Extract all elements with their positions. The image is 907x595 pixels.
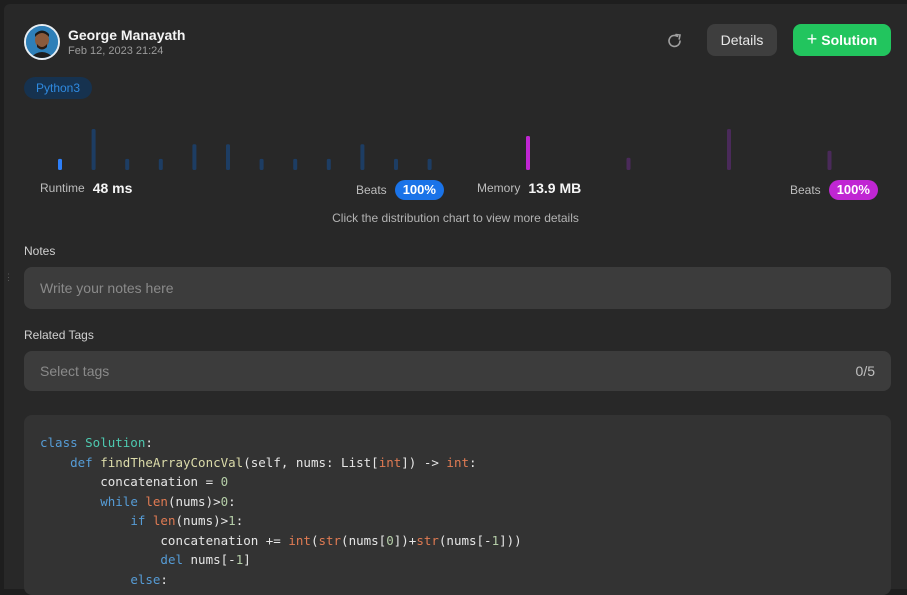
notes-input[interactable] [24,267,891,309]
runtime-bar[interactable] [226,144,230,170]
memory-label: Memory [477,181,521,195]
memory-beats: Beats 100% [790,180,878,200]
tags-select[interactable]: Select tags 0/5 [24,351,891,391]
runtime-bar[interactable] [158,158,163,170]
code-line: del nums[-1] [160,552,251,567]
memory-bar[interactable] [827,150,832,170]
tags-count: 0/5 [855,363,875,379]
runtime-stat: Runtime 48 ms [40,180,132,196]
related-tags-label: Related Tags [24,328,94,342]
code-line: class Solution: [40,435,153,450]
memory-bar[interactable] [727,129,731,170]
memory-beats-label: Beats [790,183,821,197]
memory-value: 13.9 MB [528,180,582,196]
submission-date: Feb 12, 2023 21:24 [68,45,164,57]
runtime-bar[interactable] [326,158,331,170]
code-line: else: [130,571,168,587]
runtime-label: Runtime [40,181,85,195]
runtime-bar[interactable] [91,129,96,170]
code-text: class Solution: def findTheArrayConcVal(… [40,433,875,589]
code-line: concatenation += int(str(nums[0])+str(nu… [40,532,522,548]
details-button[interactable]: Details [707,24,777,56]
resize-handle[interactable]: ⋮ [4,270,13,284]
distribution-chart[interactable] [40,122,880,170]
memory-bar[interactable] [526,136,530,170]
runtime-bar[interactable] [58,158,62,170]
code-line: def findTheArrayConcVal(self, nums: List… [70,454,477,470]
avatar-image [26,26,58,58]
memory-beats-badge: 100% [828,180,878,200]
reload-icon[interactable] [666,32,684,50]
runtime-bar[interactable] [427,158,432,170]
runtime-bar[interactable] [259,158,264,170]
submission-panel: ⋮ George Manayath Feb 12, 2023 21:24 Det… [4,4,907,595]
tags-placeholder: Select tags [40,363,110,379]
runtime-bar[interactable] [394,158,398,170]
code-block[interactable]: class Solution: def findTheArrayConcVal(… [24,415,891,595]
chart-hint: Click the distribution chart to view mor… [332,211,579,225]
runtime-bar[interactable] [360,144,365,170]
avatar[interactable] [24,24,60,60]
user-name[interactable]: George Manayath [68,27,185,43]
runtime-value: 48 ms [92,180,133,196]
plus-icon: + [806,29,818,49]
solution-button-label: Solution [821,32,878,48]
code-line: if len(nums)>1: [130,513,244,528]
runtime-beats-badge: 100% [394,180,444,200]
memory-bar[interactable] [626,157,631,170]
add-solution-button[interactable]: + Solution [793,24,891,56]
language-tag: Python3 [24,77,93,99]
runtime-bar[interactable] [192,144,197,170]
runtime-beats: Beats 100% [356,180,444,200]
submission-header: George Manayath Feb 12, 2023 21:24 Detai… [24,24,895,64]
runtime-bar[interactable] [125,158,130,170]
memory-stat: Memory 13.9 MB [477,180,581,196]
stats-row: Runtime 48 ms Beats 100% Memory 13.9 MB … [40,180,880,200]
notes-label: Notes [24,244,56,258]
code-line: while len(nums)>0: [100,493,236,509]
runtime-bar[interactable] [293,158,298,170]
runtime-beats-label: Beats [356,183,387,197]
code-line: concatenation = 0 [40,474,229,489]
